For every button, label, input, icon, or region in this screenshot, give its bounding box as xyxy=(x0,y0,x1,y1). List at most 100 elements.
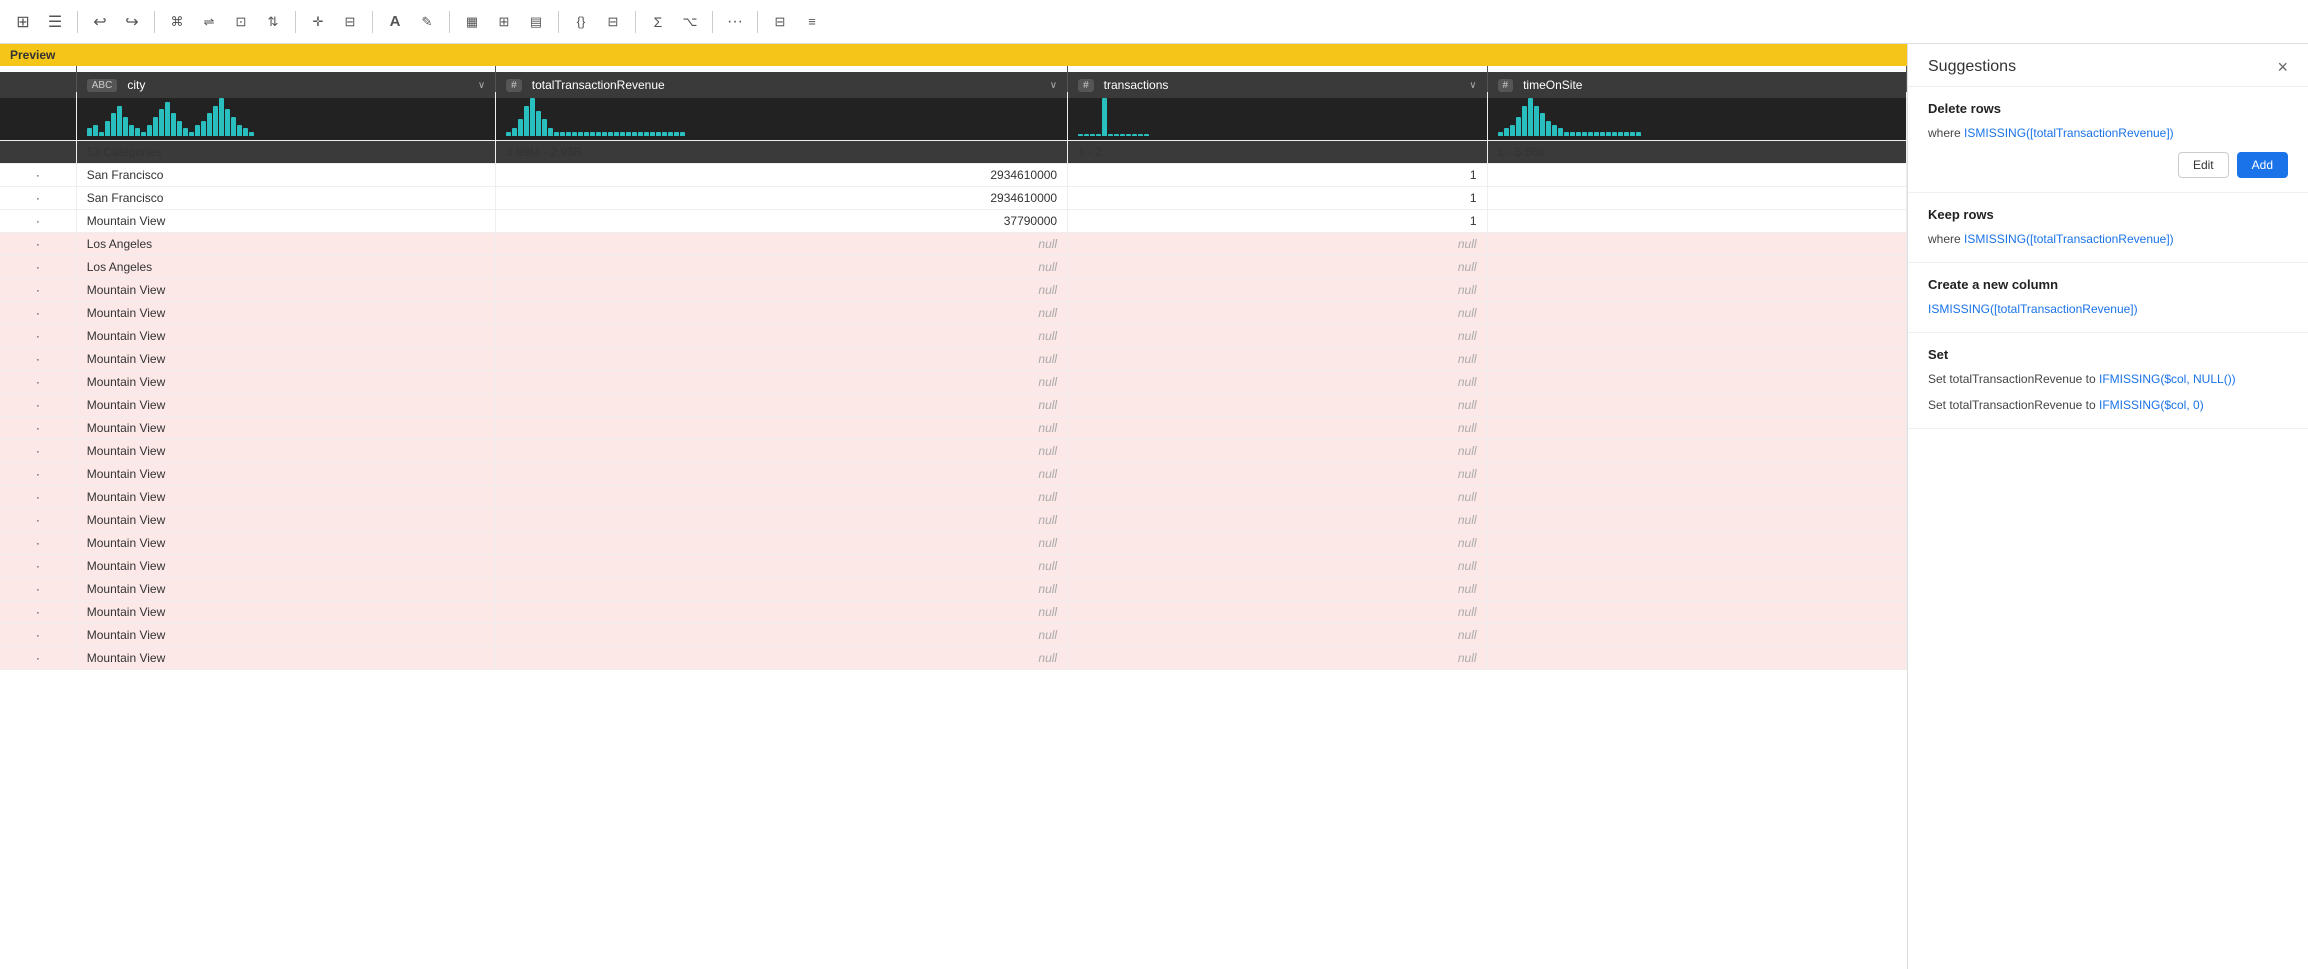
create-column-formula[interactable]: ISMISSING([totalTransactionRevenue]) xyxy=(1928,302,2138,316)
cell-timeonsite xyxy=(1487,486,1906,509)
summary-timeonsite: 1 - 5.56k xyxy=(1487,141,1906,164)
table-row: ·Mountain Viewnullnull xyxy=(0,302,1907,325)
cell-transactions: null xyxy=(1068,463,1487,486)
settings2-icon[interactable]: ≡ xyxy=(799,9,825,35)
delete-rows-actions: Edit Add xyxy=(1928,152,2288,178)
table-row: ·Mountain Viewnullnull xyxy=(0,578,1907,601)
cell-timeonsite xyxy=(1487,532,1906,555)
filter-icon[interactable]: ⊟ xyxy=(600,9,626,35)
cell-city: San Francisco xyxy=(76,187,495,210)
cell-city: Mountain View xyxy=(76,463,495,486)
more-icon[interactable]: ··· xyxy=(722,9,748,35)
table-row: ·Mountain Viewnullnull xyxy=(0,325,1907,348)
cell-city: Mountain View xyxy=(76,302,495,325)
preview-banner: Preview xyxy=(0,44,1907,66)
row-dot: · xyxy=(0,440,76,463)
col-type-abc: ABC xyxy=(87,79,118,92)
set-item-2-formula[interactable]: IFMISSING($col, 0) xyxy=(2099,398,2204,412)
cell-timeonsite xyxy=(1487,647,1906,670)
delete-rows-formula[interactable]: ISMISSING([totalTransactionRevenue]) xyxy=(1964,126,2174,140)
sum-icon[interactable]: Σ xyxy=(645,9,671,35)
cell-city: Los Angeles xyxy=(76,233,495,256)
hist-cell-dot xyxy=(0,92,76,141)
create-column-desc: ISMISSING([totalTransactionRevenue]) xyxy=(1928,300,2288,318)
toolbar: ⊞ ☰ ↩ ↪ ⌘ ⇌ ⊡ ⇅ ✛ ⊟ A ✎ ▦ ⊞ ▤ {} ⊟ Σ ⌥ ·… xyxy=(0,0,2308,44)
move-icon[interactable]: ✛ xyxy=(305,9,331,35)
add-button[interactable]: Add xyxy=(2237,152,2288,178)
layout-icon[interactable]: ▤ xyxy=(523,9,549,35)
table-header-row: ABC city ∨ # totalTransactionRevenue ∨ xyxy=(0,66,1907,92)
cell-revenue: null xyxy=(496,532,1068,555)
cell-city: Mountain View xyxy=(76,532,495,555)
hist-cell-revenue xyxy=(496,92,1068,141)
separator-7 xyxy=(635,11,636,33)
shape-icon[interactable]: ⌘ xyxy=(164,9,190,35)
set-item-1-formula[interactable]: IFMISSING($col, NULL()) xyxy=(2099,372,2236,386)
row-dot: · xyxy=(0,256,76,279)
sort-icon[interactable]: ⇅ xyxy=(260,9,286,35)
text-icon[interactable]: A xyxy=(382,9,408,35)
cell-timeonsite xyxy=(1487,555,1906,578)
summary-revenue: 3.99M - 2.93B xyxy=(496,141,1068,164)
hist-cell-timeonsite xyxy=(1487,92,1906,141)
cell-revenue: null xyxy=(496,302,1068,325)
brace-icon[interactable]: {} xyxy=(568,9,594,35)
set-title: Set xyxy=(1928,347,2288,362)
table-row: ·Mountain Viewnullnull xyxy=(0,647,1907,670)
table-row: ·Mountain Viewnullnull xyxy=(0,532,1907,555)
undo-icon[interactable]: ↩ xyxy=(87,9,113,35)
menu-icon[interactable]: ☰ xyxy=(42,9,68,35)
cell-city: Mountain View xyxy=(76,578,495,601)
col-header-timeonsite[interactable]: # timeOnSite xyxy=(1487,72,1906,98)
grid-icon[interactable]: ⊞ xyxy=(10,9,36,35)
cell-transactions: null xyxy=(1068,325,1487,348)
col-header-city[interactable]: ABC city ∨ xyxy=(76,72,495,98)
row-dot: · xyxy=(0,463,76,486)
row-dot: · xyxy=(0,279,76,302)
branch-icon[interactable]: ⌥ xyxy=(677,9,703,35)
cell-transactions: null xyxy=(1068,417,1487,440)
summary-row: 53 Categories 3.99M - 2.93B 1 - 2 1 - 5.… xyxy=(0,141,1907,164)
create-column-title: Create a new column xyxy=(1928,277,2288,292)
transform-icon[interactable]: ⇌ xyxy=(196,9,222,35)
row-dot: · xyxy=(0,601,76,624)
row-dot: · xyxy=(0,164,76,187)
cell-timeonsite xyxy=(1487,440,1906,463)
cell-timeonsite xyxy=(1487,302,1906,325)
keep-rows-formula[interactable]: ISMISSING([totalTransactionRevenue]) xyxy=(1964,232,2174,246)
text-transform-icon[interactable]: ✎ xyxy=(414,9,440,35)
view-icon[interactable]: ⊟ xyxy=(767,9,793,35)
grid3-icon[interactable]: ⊞ xyxy=(491,9,517,35)
cell-city: Mountain View xyxy=(76,555,495,578)
section-set: Set Set totalTransactionRevenue to IFMIS… xyxy=(1908,333,2308,429)
frame-icon[interactable]: ⊟ xyxy=(337,9,363,35)
data-panel[interactable]: Preview ABC city ∨ # xyxy=(0,44,1908,969)
close-button[interactable]: × xyxy=(2277,58,2288,76)
col-header-transactions[interactable]: # transactions ∨ xyxy=(1068,72,1487,98)
redo-icon[interactable]: ↪ xyxy=(119,9,145,35)
edit-button[interactable]: Edit xyxy=(2178,152,2229,178)
table-icon[interactable]: ▦ xyxy=(459,9,485,35)
cell-timeonsite xyxy=(1487,348,1906,371)
align-icon[interactable]: ⊡ xyxy=(228,9,254,35)
delete-rows-prefix: where xyxy=(1928,126,1964,140)
col-header-revenue[interactable]: # totalTransactionRevenue ∨ xyxy=(496,72,1068,98)
cell-revenue: null xyxy=(496,348,1068,371)
row-dot: · xyxy=(0,325,76,348)
row-dot: · xyxy=(0,187,76,210)
cell-revenue: null xyxy=(496,647,1068,670)
col-sort-revenue[interactable]: ∨ xyxy=(1050,80,1057,91)
col-sort-transactions[interactable]: ∨ xyxy=(1469,80,1476,91)
cell-timeonsite xyxy=(1487,578,1906,601)
row-dot: · xyxy=(0,371,76,394)
separator-1 xyxy=(77,11,78,33)
delete-rows-title: Delete rows xyxy=(1928,101,2288,116)
row-dot: · xyxy=(0,509,76,532)
cell-revenue: null xyxy=(496,509,1068,532)
histogram-row xyxy=(0,92,1907,141)
cell-city: Los Angeles xyxy=(76,256,495,279)
col-sort-city[interactable]: ∨ xyxy=(478,80,485,91)
cell-revenue: null xyxy=(496,394,1068,417)
cell-city: San Francisco xyxy=(76,164,495,187)
table-row: ·Mountain Viewnullnull xyxy=(0,279,1907,302)
